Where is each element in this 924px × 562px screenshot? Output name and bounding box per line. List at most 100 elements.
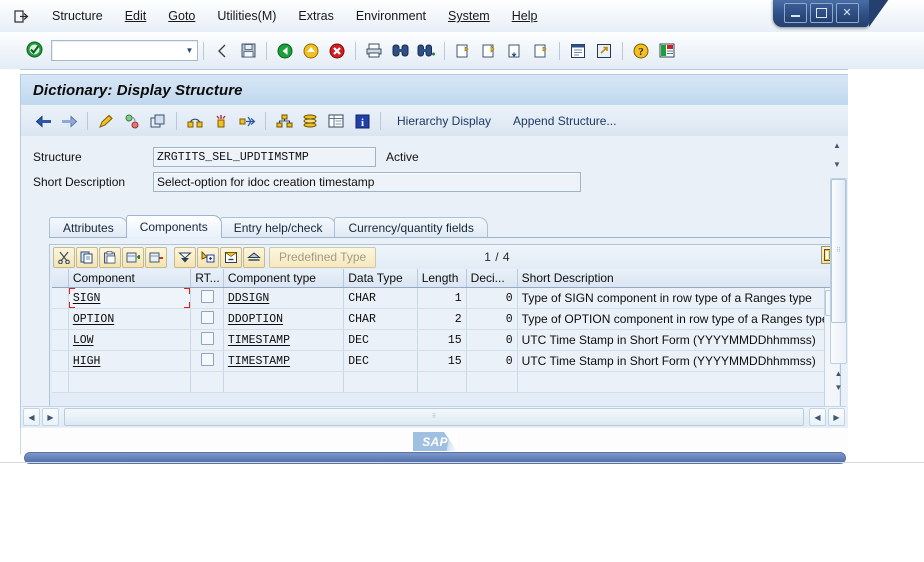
column-header-length[interactable]: Length bbox=[417, 269, 467, 288]
previous-page-icon[interactable] bbox=[477, 39, 501, 62]
column-header-short-description[interactable]: Short Description bbox=[517, 269, 835, 288]
cell-component-type[interactable]: DDOPTION bbox=[223, 308, 345, 330]
short-description-input[interactable]: Select-option for idoc creation timestam… bbox=[153, 172, 581, 192]
cell-short-description[interactable]: Type of OPTION component in row type of … bbox=[517, 308, 835, 330]
command-field[interactable]: ▼ bbox=[51, 40, 198, 61]
append-include-icon[interactable] bbox=[197, 246, 219, 268]
hierarchy-display-button[interactable]: Hierarchy Display bbox=[388, 110, 500, 132]
expand-include-icon[interactable] bbox=[174, 246, 196, 268]
cell-component[interactable] bbox=[68, 371, 192, 393]
tab-attributes[interactable]: Attributes bbox=[49, 217, 128, 238]
find-icon[interactable] bbox=[388, 39, 412, 62]
database-object-icon[interactable] bbox=[298, 110, 322, 133]
where-used-list-icon[interactable] bbox=[235, 110, 259, 133]
cell-decimals[interactable] bbox=[466, 371, 518, 393]
menu-item-goto[interactable]: Goto bbox=[157, 6, 206, 26]
scroll-left-end-icon[interactable]: ◀ bbox=[809, 408, 826, 426]
session-icon[interactable] bbox=[14, 9, 29, 23]
rt-checkbox[interactable] bbox=[200, 290, 214, 303]
tab-entry-help-check[interactable]: Entry help/check bbox=[219, 217, 337, 238]
cell-data-type[interactable]: CHAR bbox=[343, 308, 418, 330]
scroll-down-icon[interactable]: ▼ bbox=[829, 157, 846, 172]
back-green-icon[interactable] bbox=[273, 39, 297, 62]
table-row[interactable]: SIGN DDSIGN CHAR 1 0 Type of SIGN compon… bbox=[52, 287, 835, 309]
exit-yellow-icon[interactable] bbox=[299, 39, 323, 62]
cell-component[interactable]: OPTION bbox=[68, 308, 192, 330]
column-header-decimals[interactable]: Deci... bbox=[466, 269, 518, 288]
restore-icon[interactable] bbox=[809, 3, 833, 23]
hierarchy-icon[interactable] bbox=[272, 110, 296, 133]
tab-components[interactable]: Components bbox=[125, 215, 222, 238]
print-icon[interactable] bbox=[362, 39, 386, 62]
cell-short-description[interactable]: UTC Time Stamp in Short Form (YYYYMMDDhh… bbox=[517, 350, 835, 372]
column-header-data-type[interactable]: Data Type bbox=[343, 269, 418, 288]
panel-horizontal-scrollbar[interactable]: ◀ ▶ ⠿ ◀ ▶ bbox=[22, 406, 846, 427]
row-selector[interactable] bbox=[52, 329, 69, 351]
cell-component-type[interactable] bbox=[223, 371, 345, 393]
row-selector[interactable] bbox=[52, 287, 69, 309]
cell-rt[interactable] bbox=[190, 308, 224, 330]
minimize-icon[interactable] bbox=[783, 3, 807, 23]
close-icon[interactable]: ✕ bbox=[835, 3, 859, 23]
scroll-up-icon[interactable]: ▲ bbox=[831, 366, 846, 380]
table-row[interactable]: LOW TIMESTAMP DEC 15 0 UTC Time Stamp in… bbox=[52, 329, 835, 351]
panel-vertical-scrollbar[interactable]: ⠿ ▲ ▼ bbox=[830, 176, 847, 394]
scroll-down-icon[interactable]: ▼ bbox=[831, 380, 846, 394]
back-triangle-icon[interactable] bbox=[210, 39, 234, 62]
cell-decimals[interactable]: 0 bbox=[466, 287, 518, 309]
cell-rt[interactable] bbox=[190, 287, 224, 309]
cell-rt[interactable] bbox=[190, 329, 224, 351]
create-session-icon[interactable] bbox=[566, 39, 590, 62]
first-page-icon[interactable] bbox=[451, 39, 475, 62]
column-header-component-type[interactable]: Component type bbox=[223, 269, 345, 288]
forward-arrow-icon[interactable] bbox=[57, 110, 81, 133]
save-icon[interactable] bbox=[236, 39, 260, 62]
predefined-type-button[interactable]: Predefined Type bbox=[269, 246, 377, 268]
delete-row-icon[interactable] bbox=[145, 246, 167, 268]
chevron-down-icon[interactable]: ▼ bbox=[182, 42, 197, 59]
cell-component-type[interactable]: DDSIGN bbox=[223, 287, 345, 309]
cell-decimals[interactable]: 0 bbox=[466, 350, 518, 372]
collapse-include-icon[interactable] bbox=[220, 246, 242, 268]
cell-rt[interactable] bbox=[190, 350, 224, 372]
menu-item-edit[interactable]: Edit bbox=[114, 6, 158, 26]
table-row[interactable]: OPTION DDOPTION CHAR 2 0 Type of OPTION … bbox=[52, 308, 835, 330]
insert-row-icon[interactable] bbox=[122, 246, 144, 268]
cell-data-type[interactable]: DEC bbox=[343, 350, 418, 372]
cell-length[interactable]: 1 bbox=[417, 287, 467, 309]
scroll-up-icon[interactable]: ▲ bbox=[829, 138, 846, 153]
cell-short-description[interactable] bbox=[517, 371, 835, 393]
cancel-red-icon[interactable] bbox=[325, 39, 349, 62]
scroll-left-icon[interactable]: ◀ bbox=[23, 408, 40, 426]
enter-check-icon[interactable] bbox=[26, 41, 43, 61]
scroll-track[interactable]: ⠿ bbox=[64, 408, 804, 426]
table-row[interactable]: HIGH TIMESTAMP DEC 15 0 UTC Time Stamp i… bbox=[52, 350, 835, 372]
row-selector[interactable] bbox=[52, 308, 69, 330]
cell-short-description[interactable]: UTC Time Stamp in Short Form (YYYYMMDDhh… bbox=[517, 329, 835, 351]
last-page-icon[interactable] bbox=[529, 39, 553, 62]
cell-data-type[interactable]: DEC bbox=[343, 329, 418, 351]
rt-checkbox[interactable] bbox=[200, 353, 214, 366]
structure-input[interactable]: ZRGTITS_SEL_UPDTIMSTMP bbox=[153, 147, 376, 167]
create-shortcut-icon[interactable] bbox=[592, 39, 616, 62]
paste-icon[interactable] bbox=[99, 246, 121, 268]
cell-component[interactable]: LOW bbox=[68, 329, 192, 351]
cell-decimals[interactable]: 0 bbox=[466, 329, 518, 351]
cell-rt[interactable] bbox=[190, 371, 224, 393]
copy-icon[interactable] bbox=[76, 246, 98, 268]
info-icon[interactable]: i bbox=[350, 110, 374, 133]
cell-short-description[interactable]: Type of SIGN component in row type of a … bbox=[517, 287, 835, 309]
cell-component-type[interactable]: TIMESTAMP bbox=[223, 329, 345, 351]
column-header-component[interactable]: Component bbox=[68, 269, 192, 288]
cell-length[interactable]: 15 bbox=[417, 329, 467, 351]
copy-object-icon[interactable] bbox=[146, 110, 170, 133]
menu-item-utilities[interactable]: Utilities(M) bbox=[206, 6, 287, 26]
rt-checkbox[interactable] bbox=[200, 311, 214, 324]
column-header-rt[interactable]: RT... bbox=[190, 269, 224, 288]
menu-item-extras[interactable]: Extras bbox=[287, 6, 344, 26]
rt-checkbox[interactable] bbox=[200, 332, 214, 345]
table-contents-icon[interactable] bbox=[324, 110, 348, 133]
sort-ascending-icon[interactable] bbox=[243, 246, 265, 268]
check-consistency-icon[interactable] bbox=[120, 110, 144, 133]
cell-data-type[interactable]: CHAR bbox=[343, 287, 418, 309]
